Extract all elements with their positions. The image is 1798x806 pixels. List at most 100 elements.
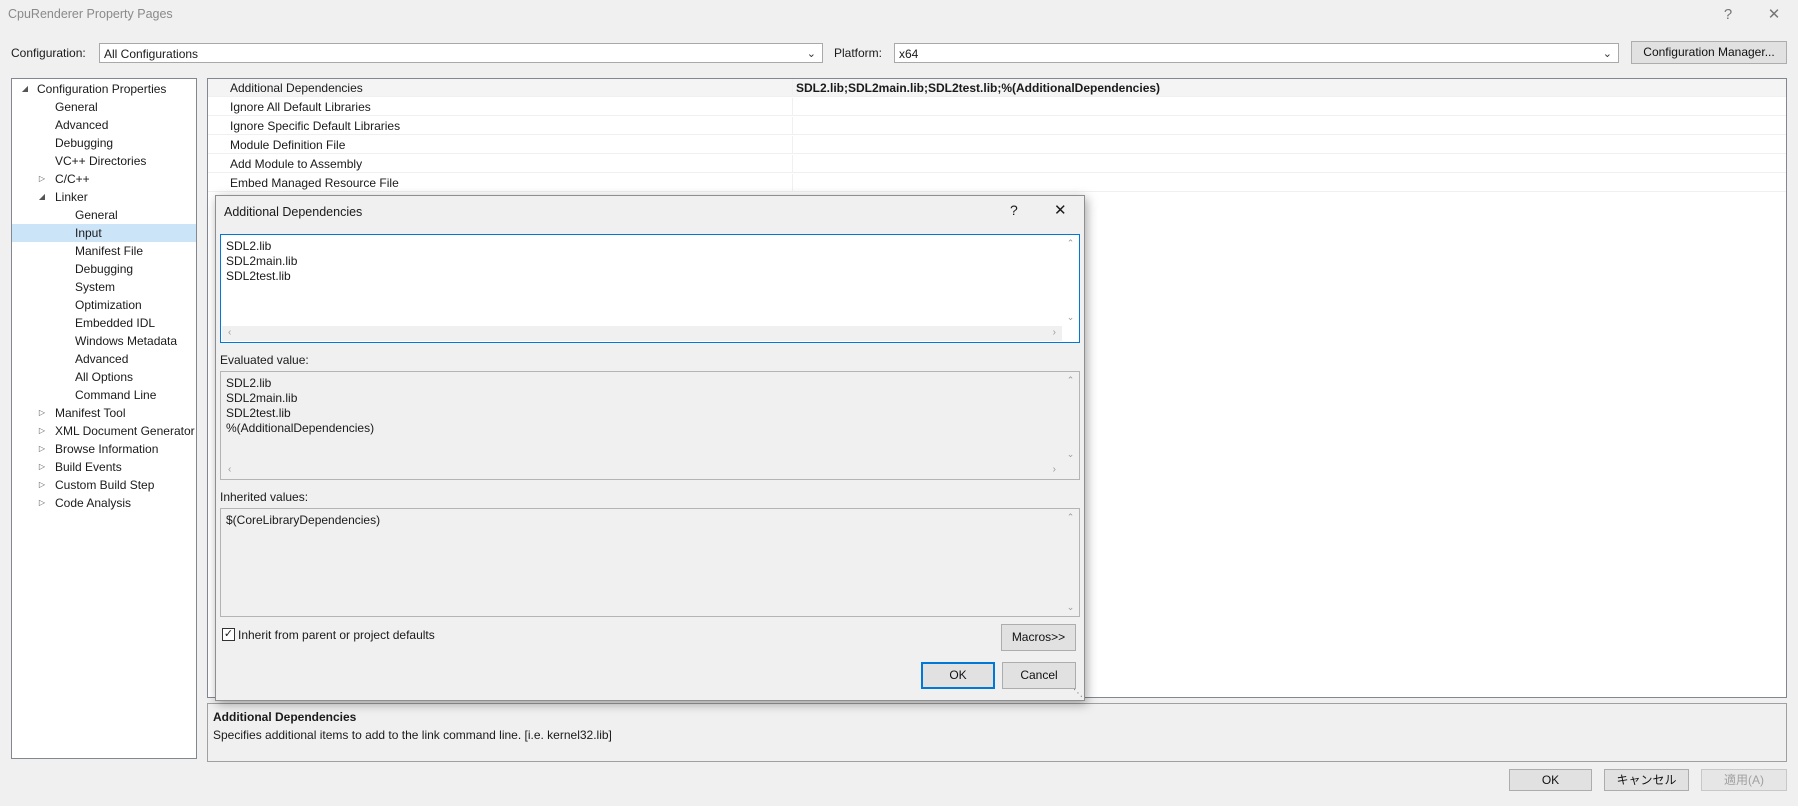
scroll-up-icon[interactable]: ⌃	[1063, 375, 1078, 386]
chevron-down-icon: ⌄	[806, 48, 816, 60]
scroll-up-icon[interactable]: ⌃	[1063, 238, 1078, 249]
property-row[interactable]: Ignore Specific Default Libraries	[208, 117, 1786, 135]
scroll-left-icon[interactable]: ‹	[228, 327, 231, 338]
configuration-value: All Configurations	[104, 47, 199, 61]
column-divider	[792, 174, 793, 191]
vertical-scrollbar[interactable]: ⌃ ⌄	[1063, 510, 1078, 615]
vertical-scrollbar[interactable]: ⌃ ⌄	[1063, 373, 1078, 462]
tree-item-optimization[interactable]: Optimization	[12, 296, 196, 314]
tree-item-vc-directories[interactable]: VC++ Directories	[12, 152, 196, 170]
tree-item-all-options[interactable]: All Options	[12, 368, 196, 386]
tree-item-manifest-tool[interactable]: ▷ Manifest Tool	[12, 404, 196, 422]
tree-item-linker[interactable]: ◢ Linker	[12, 188, 196, 206]
expanded-triangle-icon: ◢	[21, 84, 29, 93]
collapsed-triangle-icon[interactable]: ▷	[37, 458, 47, 476]
vertical-scrollbar[interactable]: ⌃ ⌄	[1063, 236, 1078, 325]
tree-item-debugging[interactable]: Debugging	[12, 134, 196, 152]
scroll-down-icon[interactable]: ⌄	[1063, 449, 1078, 460]
tree-item-label: C/C++	[55, 172, 90, 186]
scroll-down-icon[interactable]: ⌄	[1063, 312, 1078, 323]
description-title: Additional Dependencies	[213, 710, 357, 724]
tree-item-configuration-properties[interactable]: ◢ Configuration Properties	[12, 80, 196, 98]
configuration-select[interactable]: All Configurations ⌄	[99, 43, 823, 63]
macros-button[interactable]: Macros>>	[1001, 624, 1076, 651]
inherit-checkbox[interactable]: ✓	[222, 628, 235, 641]
tree-item-label: Custom Build Step	[55, 478, 155, 492]
property-row[interactable]: Additional Dependencies SDL2.lib;SDL2main…	[208, 79, 1786, 97]
scroll-right-icon[interactable]: ›	[1053, 327, 1056, 338]
checkmark-icon: ✓	[223, 628, 234, 640]
horizontal-scrollbar[interactable]: ‹ ›	[222, 326, 1062, 341]
property-name: Add Module to Assembly	[230, 157, 363, 171]
tree-item-general[interactable]: General	[12, 98, 196, 116]
configuration-label: Configuration:	[11, 46, 86, 60]
tree-item-system[interactable]: System	[12, 278, 196, 296]
tree-item-debugging[interactable]: Debugging	[12, 260, 196, 278]
tree-item-advanced[interactable]: Advanced	[12, 116, 196, 134]
tree-item-browse-information[interactable]: ▷ Browse Information	[12, 440, 196, 458]
column-divider	[792, 98, 793, 115]
platform-select[interactable]: x64 ⌄	[894, 43, 1619, 63]
tree-item-windows-metadata[interactable]: Windows Metadata	[12, 332, 196, 350]
scroll-up-icon[interactable]: ⌃	[1063, 512, 1078, 523]
tree-item-label: Windows Metadata	[75, 334, 178, 348]
evaluated-label: Evaluated value:	[220, 353, 309, 367]
collapsed-triangle-icon[interactable]: ▷	[37, 440, 47, 458]
tree-item-xml-document-generator[interactable]: ▷ XML Document Generator	[12, 422, 196, 440]
property-name: Embed Managed Resource File	[230, 176, 399, 190]
property-row[interactable]: Ignore All Default Libraries	[208, 98, 1786, 116]
platform-label: Platform:	[834, 46, 883, 60]
expanded-triangle-icon[interactable]: ◢	[37, 188, 47, 206]
tree-item-label: Configuration Properties	[37, 82, 167, 96]
tree-item-custom-build-step[interactable]: ▷ Custom Build Step	[12, 476, 196, 494]
help-icon[interactable]: ?	[1714, 4, 1742, 26]
help-icon[interactable]: ?	[1010, 202, 1018, 218]
evaluated-text: SDL2.lib SDL2main.lib SDL2test.lib %(Add…	[226, 376, 375, 435]
tree-item-build-events[interactable]: ▷ Build Events	[12, 458, 196, 476]
dependencies-textarea[interactable]: SDL2.lib SDL2main.lib SDL2test.lib ⌃ ⌄ ‹…	[220, 234, 1080, 343]
tree-item-label: Advanced	[55, 118, 109, 132]
tree-item-general[interactable]: General	[12, 206, 196, 224]
cancel-button[interactable]: キャンセル	[1604, 769, 1689, 791]
window-title: CpuRenderer Property Pages	[8, 7, 173, 21]
tree-item-label: Debugging	[75, 262, 134, 276]
collapsed-triangle-icon[interactable]: ▷	[37, 170, 47, 188]
collapsed-triangle-icon[interactable]: ▷	[37, 422, 47, 440]
tree-item-advanced[interactable]: Advanced	[12, 350, 196, 368]
configuration-manager-button[interactable]: Configuration Manager...	[1631, 41, 1787, 64]
horizontal-scrollbar[interactable]: ‹ ›	[222, 463, 1062, 478]
scroll-left-icon[interactable]: ‹	[228, 464, 231, 475]
close-dialog-button[interactable]: ✕	[1054, 201, 1067, 219]
tree-item-manifest-file[interactable]: Manifest File	[12, 242, 196, 260]
resize-grip-icon[interactable]: ⋱	[1073, 689, 1083, 699]
collapsed-triangle-icon[interactable]: ▷	[37, 494, 47, 512]
tree-item-input[interactable]: Input	[12, 224, 196, 242]
tree-item-label: Input	[75, 226, 102, 240]
property-row[interactable]: Embed Managed Resource File	[208, 174, 1786, 192]
collapsed-triangle-icon[interactable]: ▷	[37, 404, 47, 422]
tree-item-command-line[interactable]: Command Line	[12, 386, 196, 404]
tree-item-label: Browse Information	[55, 442, 159, 456]
tree-item-label: Code Analysis	[55, 496, 132, 510]
dialog-ok-button[interactable]: OK	[921, 662, 995, 689]
property-row[interactable]: Add Module to Assembly	[208, 155, 1786, 173]
dialog-cancel-button[interactable]: Cancel	[1002, 662, 1076, 689]
tree-item-label: XML Document Generator	[55, 424, 195, 438]
ok-button[interactable]: OK	[1509, 769, 1592, 791]
tree-item-c-c[interactable]: ▷ C/C++	[12, 170, 196, 188]
inherit-checkbox-label[interactable]: Inherit from parent or project defaults	[238, 628, 435, 642]
property-name: Additional Dependencies	[230, 81, 363, 95]
property-row[interactable]: Module Definition File	[208, 136, 1786, 154]
property-name: Ignore All Default Libraries	[230, 100, 371, 114]
collapsed-triangle-icon[interactable]: ▷	[37, 476, 47, 494]
tree-item-embedded-idl[interactable]: Embedded IDL	[12, 314, 196, 332]
scroll-right-icon[interactable]: ›	[1053, 464, 1056, 475]
close-window-button[interactable]: ✕	[1760, 4, 1788, 26]
scroll-down-icon[interactable]: ⌄	[1063, 602, 1078, 613]
property-name: Module Definition File	[230, 138, 346, 152]
tree-item-label: Command Line	[75, 388, 157, 402]
apply-button[interactable]: 適用(A)	[1701, 769, 1787, 791]
property-tree: ◢ Configuration Properties General Advanc…	[11, 78, 197, 759]
tree-item-code-analysis[interactable]: ▷ Code Analysis	[12, 494, 196, 512]
tree-item-label: Manifest Tool	[55, 406, 126, 420]
